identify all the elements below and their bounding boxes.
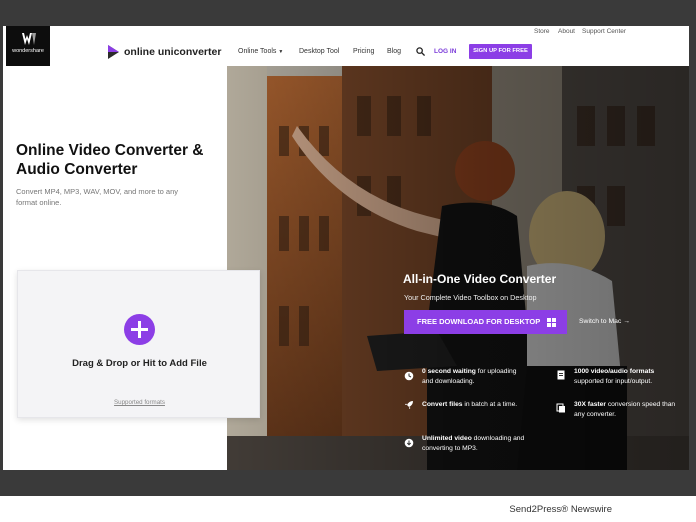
feature-unlimited-bold: Unlimited video <box>422 435 472 442</box>
main-nav: online uniconverter Online Tools ▼ Deskt… <box>50 38 689 66</box>
product-name[interactable]: online uniconverter <box>124 46 221 58</box>
login-link[interactable]: LOG IN <box>434 48 456 55</box>
supported-formats-link[interactable]: Supported formats <box>18 399 261 406</box>
description-line-2: format online. <box>16 198 62 207</box>
feature-batch-bold: Convert files <box>422 401 463 408</box>
caret-down-icon: ▼ <box>278 49 284 55</box>
download-icon <box>404 438 414 448</box>
right-frame-border <box>689 0 696 496</box>
description-line-1: Convert MP4, MP3, WAV, MOV, and more to … <box>16 187 179 196</box>
nav-pricing[interactable]: Pricing <box>353 48 374 55</box>
speed-icon <box>556 403 565 413</box>
feature-speed-line2: any converter. <box>574 410 617 418</box>
feature-speed-bold: 30X faster <box>574 401 606 408</box>
download-button-label: FREE DOWNLOAD FOR DESKTOP <box>417 317 541 326</box>
wondershare-logo[interactable]: wondershare <box>6 26 50 66</box>
switch-to-mac-link[interactable]: Switch to Mac → <box>579 318 630 325</box>
web-page: Store About Support Center wondershare o… <box>3 26 689 470</box>
top-frame-bar <box>0 0 696 26</box>
promo-title: All-in-One Video Converter <box>403 272 557 286</box>
feature-unlimited: Unlimited video downloading and converti… <box>422 434 524 453</box>
nav-desktop-tool[interactable]: Desktop Tool <box>299 48 339 55</box>
feature-no-waiting-line2: and downloading. <box>422 377 475 385</box>
upload-label: Drag & Drop or Hit to Add File <box>72 358 207 369</box>
feature-unlimited-text: downloading and <box>471 435 525 442</box>
rocket-icon <box>405 401 413 409</box>
store-link[interactable]: Store <box>534 28 550 35</box>
feature-speed-text: conversion speed than <box>605 401 676 408</box>
support-center-link[interactable]: Support Center <box>582 28 626 35</box>
signup-button[interactable]: SIGN UP FOR FREE <box>469 44 532 59</box>
screenshot-frame: Store About Support Center wondershare o… <box>0 0 696 522</box>
newswire-credit: Send2Press® Newswire <box>509 504 612 515</box>
feature-unlimited-line2: converting to MP3. <box>422 444 478 452</box>
wondershare-icon <box>22 33 36 45</box>
feature-batch: Convert files in batch at a time. <box>422 400 517 410</box>
windows-icon <box>547 318 556 327</box>
feature-batch-text: in batch at a time. <box>462 401 518 408</box>
nav-online-tools[interactable]: Online Tools ▼ <box>238 48 283 55</box>
search-icon[interactable] <box>416 47 425 56</box>
feature-no-waiting-text: for uploading <box>475 368 517 375</box>
file-formats-icon <box>557 370 565 380</box>
promo-subtitle: Your Complete Video Toolbox on Desktop <box>404 293 537 302</box>
page-title: Online Video Converter & Audio Converter <box>16 141 221 179</box>
title-line-1: Online Video Converter & <box>16 142 204 159</box>
page-description: Convert MP4, MP3, WAV, MOV, and more to … <box>16 186 206 208</box>
feature-formats-line2: supported for input/output. <box>574 377 653 385</box>
about-link[interactable]: About <box>558 28 575 35</box>
feature-no-waiting: 0 second waiting for uploading and downl… <box>422 367 516 386</box>
uniconverter-play-icon <box>108 45 119 59</box>
nav-blog[interactable]: Blog <box>387 48 401 55</box>
add-file-plus-icon[interactable] <box>124 314 155 345</box>
file-upload-dropzone[interactable]: Drag & Drop or Hit to Add File Supported… <box>17 270 260 418</box>
feature-formats-bold: 1000 video/audio formats <box>574 368 655 375</box>
free-download-button[interactable]: FREE DOWNLOAD FOR DESKTOP <box>404 310 567 334</box>
bottom-frame-bar <box>0 470 696 496</box>
nav-online-tools-label: Online Tools <box>238 48 277 55</box>
feature-speed: 30X faster conversion speed than any con… <box>574 400 675 419</box>
wondershare-wordmark: wondershare <box>12 48 44 54</box>
feature-no-waiting-bold: 0 second waiting <box>422 368 476 375</box>
utility-bar: Store About Support Center <box>3 26 689 38</box>
feature-formats: 1000 video/audio formats supported for i… <box>574 367 654 386</box>
title-line-2: Audio Converter <box>16 161 138 178</box>
newswire-credit-bar: Send2Press® Newswire <box>0 496 696 522</box>
clock-icon <box>404 371 414 381</box>
